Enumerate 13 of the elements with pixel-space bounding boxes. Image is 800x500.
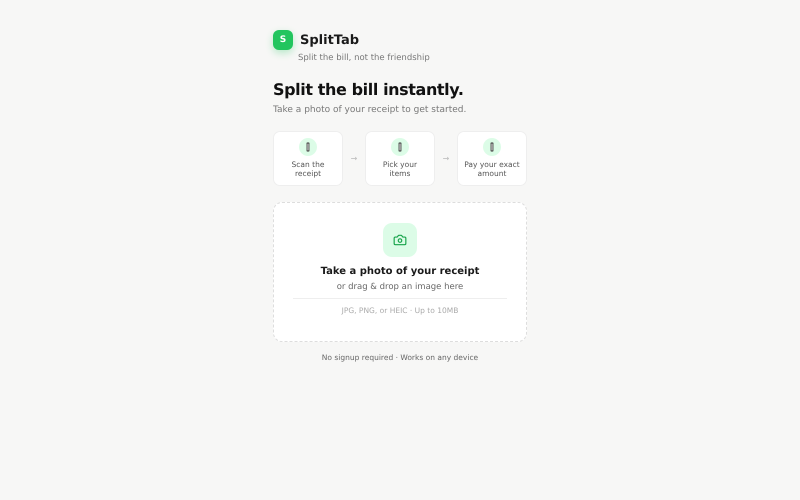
page-subtitle: Take a photo of your receipt to get started. [273, 105, 468, 115]
logo: S [273, 30, 293, 50]
page-title: Split the bill instantly. [273, 80, 465, 99]
upload-title: Take a photo of your receipt [320, 266, 480, 277]
upload-hint: or drag & drop an image here [336, 282, 464, 292]
camera-icon [383, 222, 417, 257]
arrow-icon: → [350, 154, 358, 163]
receipt-icon [482, 138, 501, 156]
tagline: Split the bill, not the friendship [298, 53, 431, 63]
arrow-icon: → [442, 154, 450, 163]
receipt-icon [390, 138, 409, 156]
brand-name: SplitTab [300, 32, 360, 48]
receipt-icon [299, 138, 317, 156]
